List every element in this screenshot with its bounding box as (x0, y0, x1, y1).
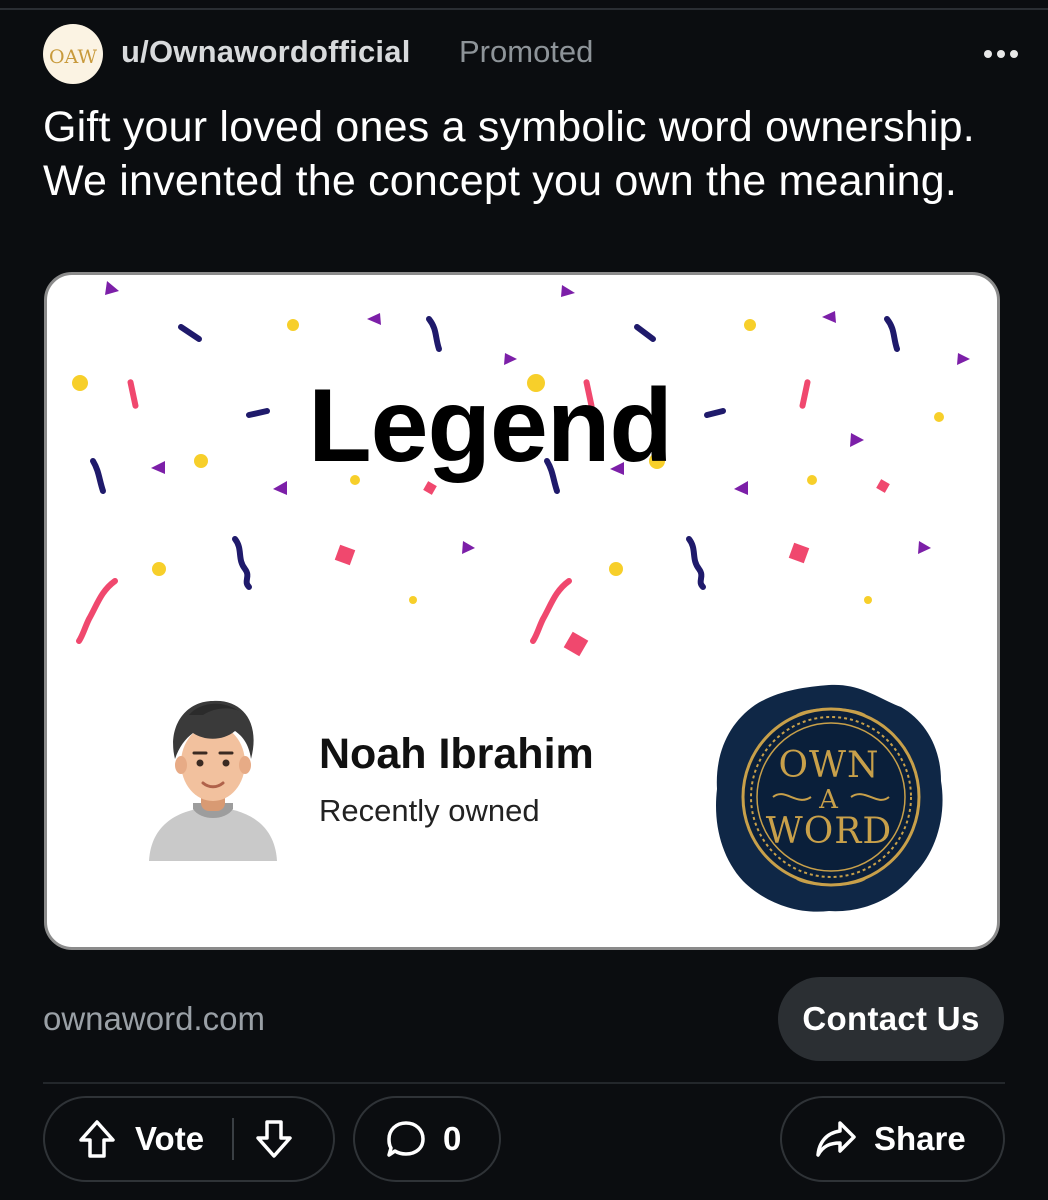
downvote-button[interactable] (254, 1118, 294, 1160)
upvote-button[interactable] (77, 1118, 117, 1160)
owned-word: Legend (308, 368, 673, 484)
owner-avatar (149, 700, 277, 861)
vote-label: Vote (135, 1120, 205, 1157)
contact-us-button[interactable]: Contact Us (778, 977, 1004, 1061)
comment-bubble-icon (387, 1121, 425, 1157)
top-divider (0, 8, 1048, 10)
ad-domain-link[interactable]: ownaword.com (43, 1000, 265, 1038)
share-button[interactable]: Share (780, 1096, 1005, 1182)
seal-line-3: WORD (765, 811, 893, 852)
username[interactable]: u/Ownawordofficial (121, 34, 411, 70)
post-header: OAW u/Ownawordofficial Promoted (43, 24, 1018, 84)
share-arrow-icon (816, 1121, 856, 1157)
comments-button[interactable]: 0 (353, 1096, 501, 1182)
actions-divider (43, 1082, 1005, 1084)
post-title[interactable]: Gift your loved ones a symbolic word own… (43, 100, 1003, 208)
seal-line-1: OWN (778, 745, 880, 786)
comment-count: 0 (443, 1120, 462, 1157)
share-label: Share (874, 1120, 966, 1157)
vote-separator (232, 1118, 235, 1160)
arrow-down-icon (256, 1120, 292, 1158)
ownaword-logo-icon: OAW (49, 46, 98, 68)
advertiser-avatar[interactable]: OAW (43, 24, 103, 84)
arrow-up-icon (79, 1120, 115, 1158)
vote-control: Vote (43, 1096, 335, 1182)
more-options-button[interactable] (979, 34, 1023, 74)
own-a-word-seal: OWN A WORD (711, 677, 947, 922)
logo-text: OAW (49, 46, 98, 68)
more-dots-icon (984, 50, 1018, 58)
ad-image-card[interactable]: Legend Noah Ibrahim Recently owned OWN A (44, 272, 1000, 950)
promoted-label: Promoted (459, 34, 594, 69)
owner-status: Recently owned (319, 793, 540, 828)
owner-name: Noah Ibrahim (319, 730, 594, 778)
